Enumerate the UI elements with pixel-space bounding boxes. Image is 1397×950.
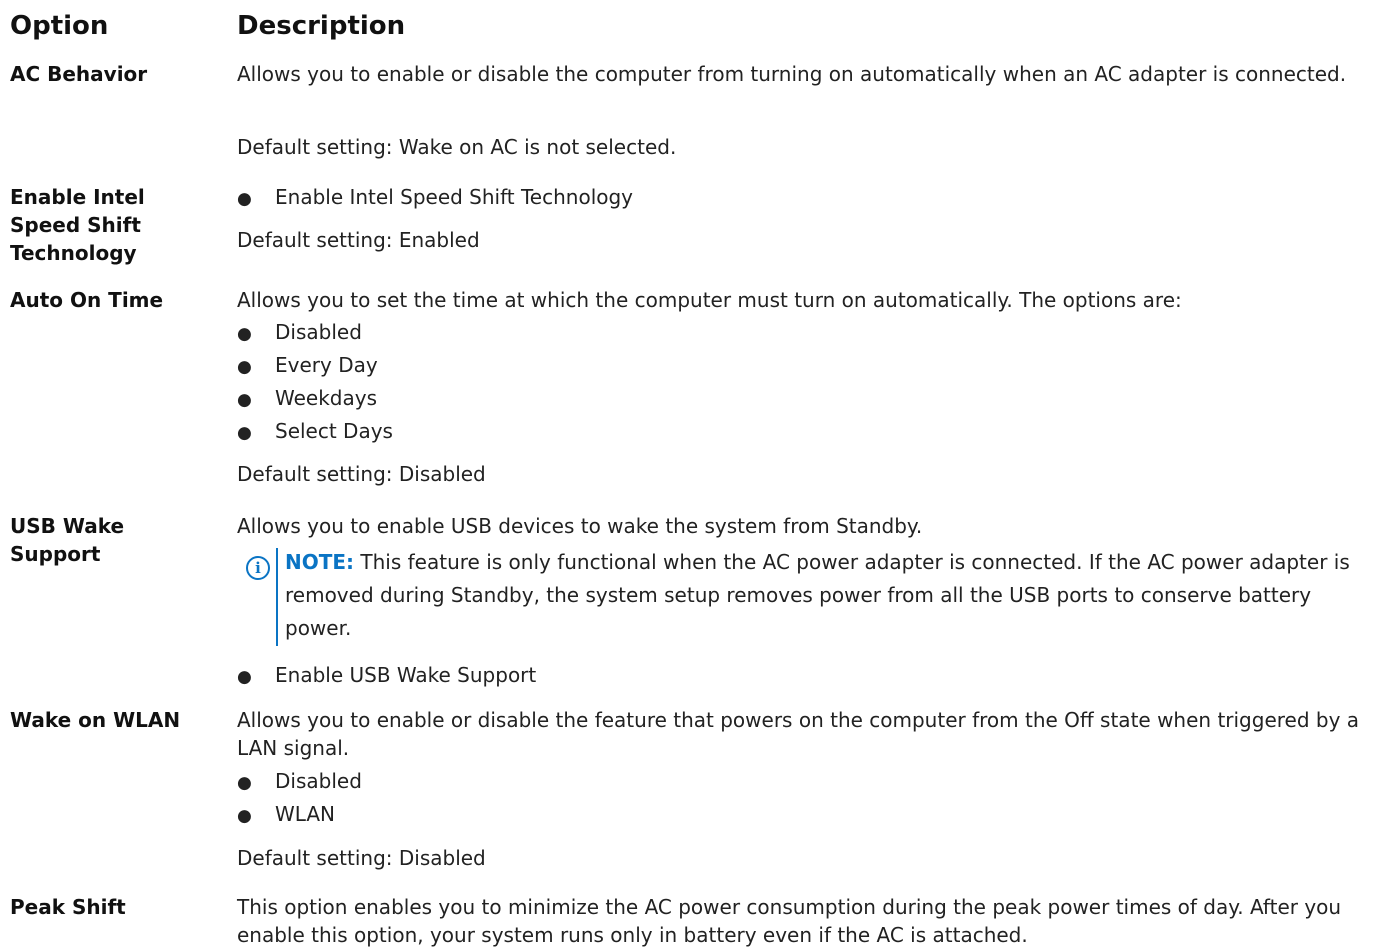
list-item: ● WLAN bbox=[237, 800, 335, 830]
list-item: ● Select Days bbox=[237, 417, 393, 447]
bullet-icon: ● bbox=[237, 667, 252, 687]
bullet-icon: ● bbox=[237, 357, 252, 377]
list-item: ● Disabled bbox=[237, 767, 362, 797]
option-usb-wake-line1: USB Wake bbox=[10, 514, 125, 538]
wake-on-wlan-default: Default setting: Disabled bbox=[237, 846, 486, 870]
option-speed-shift-line2: Speed Shift bbox=[10, 213, 141, 237]
bullet-icon: ● bbox=[237, 423, 252, 443]
option-wake-on-wlan: Wake on WLAN bbox=[10, 708, 181, 732]
info-icon: i bbox=[246, 556, 270, 580]
ac-behavior-description: Allows you to enable or disable the comp… bbox=[237, 62, 1347, 86]
bullet-icon: ● bbox=[237, 773, 252, 793]
option-column-header: Option bbox=[10, 11, 109, 41]
auto-on-time-default: Default setting: Disabled bbox=[237, 462, 486, 486]
ac-behavior-default: Default setting: Wake on AC is not selec… bbox=[237, 135, 677, 159]
bullet-icon: ● bbox=[237, 324, 252, 344]
auto-on-time-description: Allows you to set the time at which the … bbox=[237, 288, 1182, 312]
option-ac-behavior: AC Behavior bbox=[10, 62, 148, 86]
list-item: ● Enable Intel Speed Shift Technology bbox=[237, 183, 633, 213]
option-auto-on-time: Auto On Time bbox=[10, 288, 164, 312]
list-item: ● Weekdays bbox=[237, 384, 377, 414]
list-item: ● Enable USB Wake Support bbox=[237, 661, 536, 691]
bullet-icon: ● bbox=[237, 390, 252, 410]
note-divider bbox=[276, 548, 278, 646]
speed-shift-default: Default setting: Enabled bbox=[237, 228, 480, 252]
note-text: NOTE: This feature is only functional wh… bbox=[285, 550, 1350, 640]
list-item: ● Every Day bbox=[237, 351, 378, 381]
option-speed-shift-line3: Technology bbox=[10, 241, 137, 265]
settings-table: Option Description AC Behavior Allows yo… bbox=[0, 0, 1397, 950]
bullet-icon: ● bbox=[237, 189, 252, 209]
bullet-icon: ● bbox=[237, 806, 252, 826]
note-label: NOTE: bbox=[285, 550, 355, 574]
description-column-header: Description bbox=[237, 11, 406, 41]
option-usb-wake-line2: Support bbox=[10, 542, 101, 566]
usb-wake-description: Allows you to enable USB devices to wake… bbox=[237, 514, 923, 538]
peak-shift-description: This option enables you to minimize the … bbox=[237, 895, 1342, 947]
option-speed-shift-line1: Enable Intel bbox=[10, 185, 145, 209]
option-peak-shift: Peak Shift bbox=[10, 895, 126, 919]
wake-on-wlan-description: Allows you to enable or disable the feat… bbox=[237, 708, 1360, 760]
list-item: ● Disabled bbox=[237, 318, 362, 348]
